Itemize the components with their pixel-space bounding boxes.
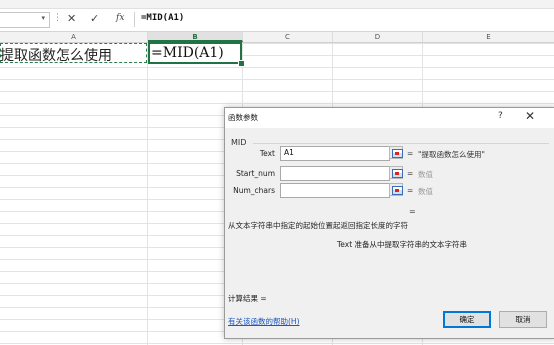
function-name: MID xyxy=(231,138,247,147)
formula-bar: ▾ ⋮ ✕ ✓ fx =MID(A1) xyxy=(0,9,554,32)
cancel-icon[interactable]: ✕ xyxy=(67,12,76,25)
grid-line xyxy=(147,43,148,345)
cancel-button[interactable]: 取消 xyxy=(499,311,547,328)
column-header-row: A B C D E xyxy=(0,32,554,43)
formula-result-label: 计算结果 = xyxy=(228,294,267,303)
arg-result-start-num: 数值 xyxy=(418,170,433,179)
insert-function-button[interactable]: fx xyxy=(116,13,124,23)
argument-description: Text 准备从中提取字符串的文本字符串 xyxy=(337,240,468,249)
text-field[interactable]: A1 xyxy=(280,146,390,161)
ok-button[interactable]: 确定 xyxy=(443,311,491,328)
close-icon[interactable]: ✕ xyxy=(525,109,535,123)
arg-label-start-num: Start_num xyxy=(236,169,275,178)
column-header-d[interactable]: D xyxy=(333,32,423,42)
cell-b1-active[interactable]: =MID(A1) xyxy=(148,42,242,64)
cell-b1-text: =MID(A1) xyxy=(151,45,224,61)
formula-text: =MID(A1) xyxy=(141,13,185,23)
arg-result-text: "提取函数怎么使用" xyxy=(418,150,485,159)
arg-equals: = xyxy=(407,186,414,195)
fill-handle[interactable] xyxy=(238,60,245,67)
cell-a1[interactable]: 提取函数怎么使用 xyxy=(0,43,147,64)
dialog-title: 函数参数 xyxy=(228,113,258,122)
start-num-field[interactable] xyxy=(280,166,390,181)
cell-a1-text: 提取函数怎么使用 xyxy=(0,48,112,64)
column-header-b[interactable]: B xyxy=(148,32,243,42)
dialog-title-bar[interactable]: 函数参数 ? ✕ xyxy=(225,108,554,128)
group-divider xyxy=(253,143,549,144)
collapse-dialog-icon[interactable] xyxy=(389,146,403,159)
arg-label-text: Text xyxy=(259,149,275,158)
ribbon-edge xyxy=(0,0,554,9)
column-header-e[interactable]: E xyxy=(423,32,554,42)
help-icon[interactable]: ? xyxy=(498,111,503,121)
enter-icon[interactable]: ✓ xyxy=(90,12,99,25)
arg-equals: = xyxy=(407,169,414,178)
num-chars-field[interactable] xyxy=(280,183,390,198)
column-header-c[interactable]: C xyxy=(243,32,333,42)
collapse-dialog-icon[interactable] xyxy=(389,166,403,179)
arg-equals: = xyxy=(407,149,414,158)
chevron-down-icon[interactable]: ▾ xyxy=(41,14,45,22)
name-box[interactable]: ▾ xyxy=(0,12,50,28)
arg-label-num-chars: Num_chars xyxy=(233,186,275,195)
function-description: 从文本字符串中指定的起始位置起返回指定长度的字符 xyxy=(228,221,408,230)
arg-result-num-chars: 数值 xyxy=(418,187,433,196)
function-arguments-dialog: 函数参数 ? ✕ MID Text A1 = "提取函数怎么使用" Start_… xyxy=(224,107,554,339)
overall-equals: = xyxy=(409,207,416,216)
column-header-a[interactable]: A xyxy=(0,32,148,42)
collapse-dialog-icon[interactable] xyxy=(389,183,403,196)
formula-bar-grip-icon: ⋮ xyxy=(53,13,62,23)
function-help-link[interactable]: 有关该函数的帮助(H) xyxy=(228,316,300,327)
formula-input[interactable]: =MID(A1) xyxy=(134,12,554,27)
text-field-value: A1 xyxy=(284,148,294,157)
